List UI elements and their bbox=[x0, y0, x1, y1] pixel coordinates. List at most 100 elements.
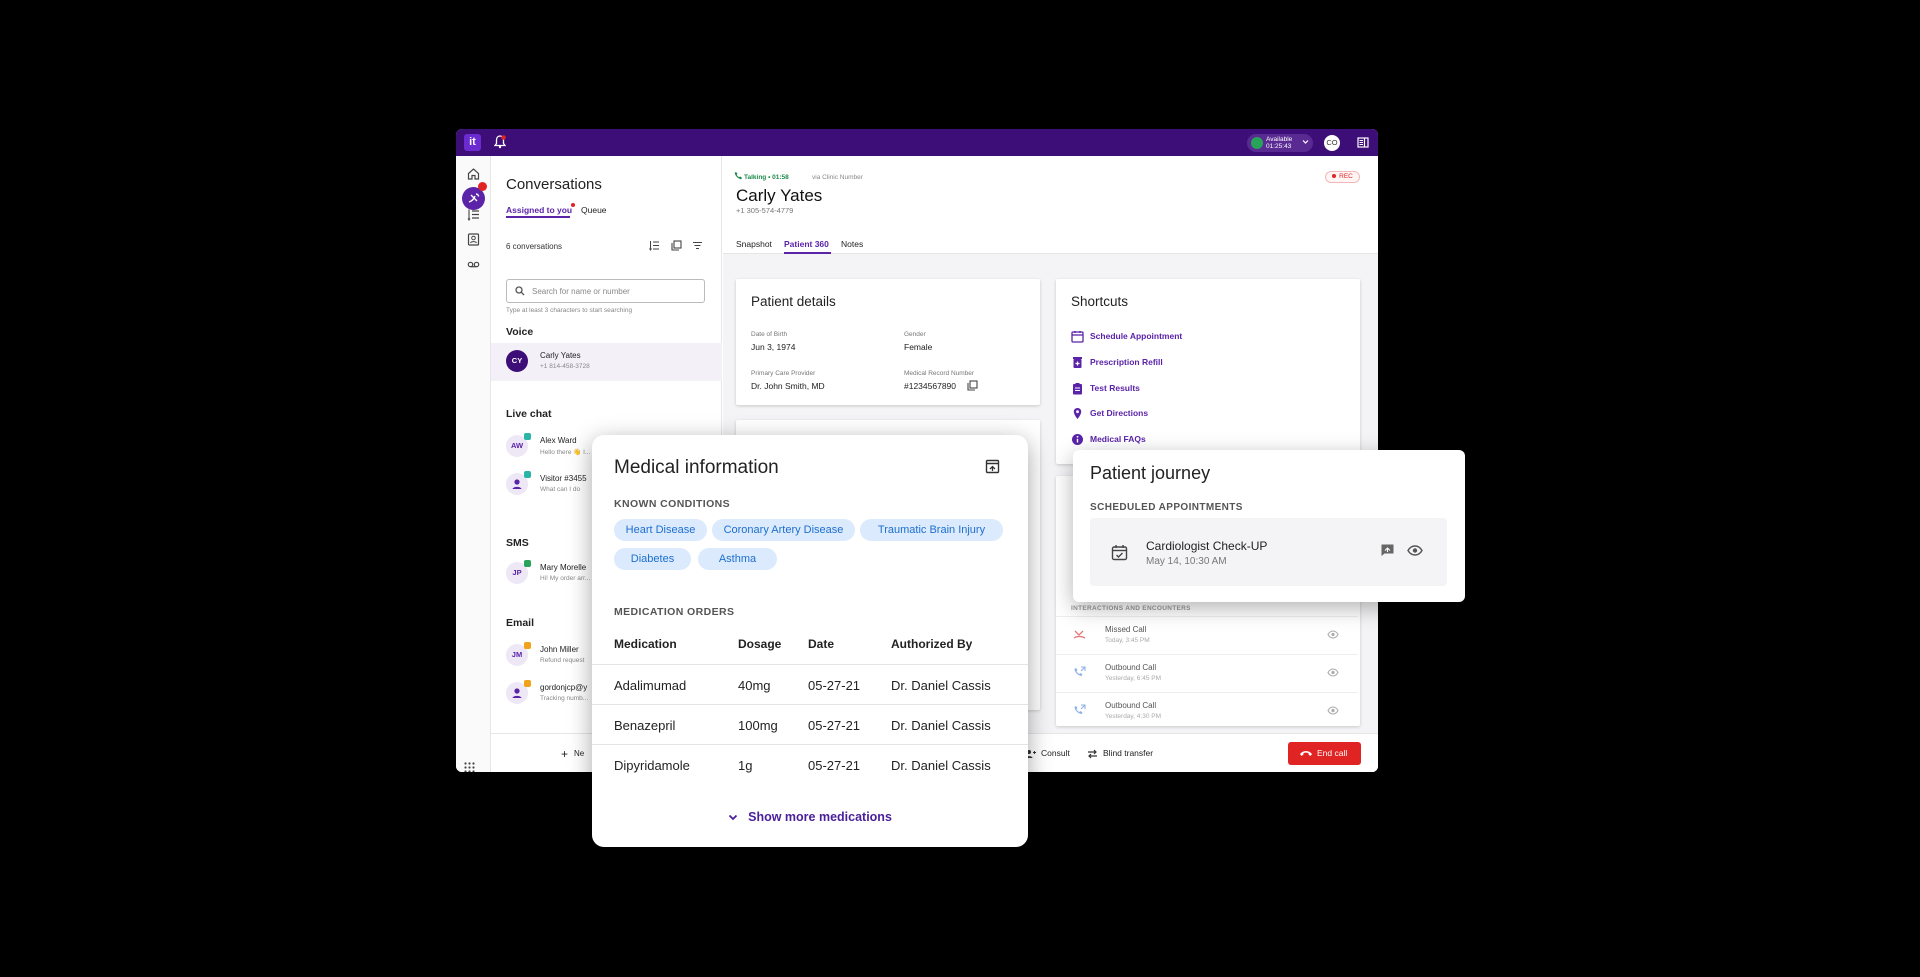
card-title: Shortcuts bbox=[1071, 294, 1129, 309]
dosage: 100mg bbox=[738, 718, 778, 733]
apps-grid-icon[interactable] bbox=[464, 762, 475, 772]
message-preview: What can I do bbox=[540, 486, 581, 493]
appointment-item[interactable]: Cardiologist Check-UP May 14, 10:30 AM bbox=[1090, 518, 1447, 586]
phone-icon bbox=[734, 171, 743, 180]
contact-name: gordonjcp@y bbox=[540, 683, 588, 692]
show-more-medications-button[interactable]: Show more medications bbox=[592, 810, 1028, 824]
consult-button[interactable]: Consult bbox=[1025, 748, 1070, 759]
consult-label: Consult bbox=[1041, 748, 1070, 758]
user-avatar[interactable]: CO bbox=[1324, 135, 1340, 151]
message-preview: Hello there 👋 I... bbox=[540, 449, 591, 456]
card-title: Medical information bbox=[614, 457, 779, 478]
queue-list-icon[interactable] bbox=[467, 208, 480, 221]
open-in-new-icon[interactable] bbox=[985, 459, 1000, 474]
clipboard-icon bbox=[1071, 382, 1084, 395]
eye-icon[interactable] bbox=[1327, 668, 1339, 677]
contact-name: Carly Yates bbox=[540, 351, 581, 360]
message-preview: Hi! My order arr... bbox=[540, 575, 591, 582]
condition-chip[interactable]: Traumatic Brain Injury bbox=[860, 519, 1003, 541]
interaction-type: Outbound Call bbox=[1105, 701, 1157, 710]
section-sms: SMS bbox=[506, 537, 529, 549]
search-input[interactable]: Search for name or number bbox=[506, 279, 705, 303]
table-row[interactable]: Dipyridamole 1g 05-27-21 Dr. Daniel Cass… bbox=[592, 744, 1028, 784]
call-status: Talking • 01:58 bbox=[744, 174, 789, 181]
plus-icon: + bbox=[561, 747, 569, 761]
call-via: via Clinic Number bbox=[812, 174, 863, 181]
interactions-list: INTERACTIONS AND ENCOUNTERS Missed Call … bbox=[1056, 598, 1360, 726]
condition-chip[interactable]: Asthma bbox=[698, 548, 777, 570]
end-call-label: End call bbox=[1317, 748, 1348, 758]
interaction-row[interactable]: Missed Call Today, 3:45 PM bbox=[1056, 616, 1358, 654]
interactions-header: INTERACTIONS AND ENCOUNTERS bbox=[1071, 605, 1191, 612]
message-icon[interactable] bbox=[1380, 543, 1395, 557]
voicemail-icon[interactable] bbox=[467, 258, 480, 271]
tab-notes[interactable]: Notes bbox=[841, 239, 863, 249]
conversation-count: 6 conversations bbox=[506, 242, 563, 251]
app-logo[interactable]: it bbox=[464, 134, 481, 151]
missed-call-icon bbox=[1073, 628, 1086, 641]
hang-up-icon bbox=[1300, 751, 1312, 756]
status-label: Available bbox=[1266, 136, 1293, 143]
eye-icon[interactable] bbox=[1407, 545, 1423, 556]
contact-name: Visitor #3455 bbox=[540, 474, 587, 483]
interaction-row[interactable]: Outbound Call Yesterday, 4:30 PM bbox=[1056, 692, 1358, 726]
nav-rail bbox=[456, 156, 491, 772]
scheduled-appointments-label: SCHEDULED APPOINTMENTS bbox=[1090, 502, 1243, 513]
chevron-down-icon bbox=[1302, 139, 1309, 145]
unread-dot bbox=[571, 203, 575, 207]
medication-name: Dipyridamole bbox=[614, 758, 690, 773]
chat-channel-icon bbox=[524, 471, 531, 478]
patient-details-card: Patient details Date of Birth Jun 3, 197… bbox=[736, 279, 1040, 405]
search-placeholder: Search for name or number bbox=[532, 287, 630, 296]
condition-chip[interactable]: Coronary Artery Disease bbox=[712, 519, 855, 541]
interaction-row[interactable]: Outbound Call Yesterday, 6:45 PM bbox=[1056, 654, 1358, 692]
condition-chip[interactable]: Diabetes bbox=[614, 548, 691, 570]
call-header: Talking • 01:58 via Clinic Number Carly … bbox=[723, 156, 1378, 254]
tab-queue[interactable]: Queue bbox=[581, 205, 607, 215]
table-row[interactable]: Benazepril 100mg 05-27-21 Dr. Daniel Cas… bbox=[592, 704, 1028, 744]
copy-icon[interactable] bbox=[967, 380, 978, 391]
shortcut-label: Medical FAQs bbox=[1090, 434, 1146, 444]
medication-orders-label: MEDICATION ORDERS bbox=[614, 606, 735, 618]
prescription-icon bbox=[1071, 356, 1084, 369]
appointment-date: May 14, 10:30 AM bbox=[1146, 556, 1227, 567]
side-panel-icon[interactable] bbox=[1357, 137, 1369, 148]
date: 05-27-21 bbox=[808, 718, 861, 733]
message-preview: Refund request bbox=[540, 657, 585, 664]
mrn-label: Medical Record Number bbox=[904, 370, 975, 377]
blind-transfer-button[interactable]: Blind transfer bbox=[1087, 748, 1153, 759]
condition-chip[interactable]: Heart Disease bbox=[614, 519, 707, 541]
calendar-icon bbox=[1071, 330, 1084, 343]
available-status-icon bbox=[1251, 137, 1263, 149]
contact-name: John Miller bbox=[540, 645, 579, 654]
availability-status[interactable]: Available 01:25:43 bbox=[1247, 134, 1313, 152]
section-voice: Voice bbox=[506, 326, 534, 338]
home-icon[interactable] bbox=[467, 167, 480, 180]
shortcut-label: Get Directions bbox=[1090, 408, 1149, 418]
outbound-call-icon bbox=[1073, 704, 1086, 717]
active-tab-indicator bbox=[784, 252, 831, 254]
tab-assigned-to-you[interactable]: Assigned to you bbox=[506, 205, 572, 215]
known-conditions-label: KNOWN CONDITIONS bbox=[614, 498, 731, 510]
shortcut-label: Prescription Refill bbox=[1090, 357, 1163, 367]
filter-icon[interactable] bbox=[692, 240, 703, 251]
tab-snapshot[interactable]: Snapshot bbox=[736, 239, 772, 249]
end-call-button[interactable]: End call bbox=[1288, 742, 1361, 765]
tab-patient-360[interactable]: Patient 360 bbox=[784, 239, 829, 249]
notification-bell-icon[interactable] bbox=[494, 135, 506, 149]
copy-icon[interactable] bbox=[671, 240, 682, 251]
table-row[interactable]: Adalimumad 40mg 05-27-21 Dr. Daniel Cass… bbox=[592, 664, 1028, 704]
conversation-item[interactable]: CY Carly Yates +1 814-458-3728 bbox=[491, 343, 722, 381]
dosage: 40mg bbox=[738, 678, 771, 693]
authorized-by: Dr. Daniel Cassis bbox=[891, 758, 991, 773]
new-conversation-button[interactable]: + Ne bbox=[561, 747, 584, 761]
list-view-icon[interactable] bbox=[649, 240, 660, 251]
top-bar: it Available 01:25:43 CO bbox=[456, 129, 1378, 156]
eye-icon[interactable] bbox=[1327, 706, 1339, 715]
contacts-icon[interactable] bbox=[467, 233, 480, 246]
date: 05-27-21 bbox=[808, 678, 861, 693]
pcp-label: Primary Care Provider bbox=[751, 370, 816, 377]
interaction-time: Yesterday, 6:45 PM bbox=[1105, 675, 1162, 682]
eye-icon[interactable] bbox=[1327, 630, 1339, 639]
card-title: Patient details bbox=[751, 294, 836, 309]
